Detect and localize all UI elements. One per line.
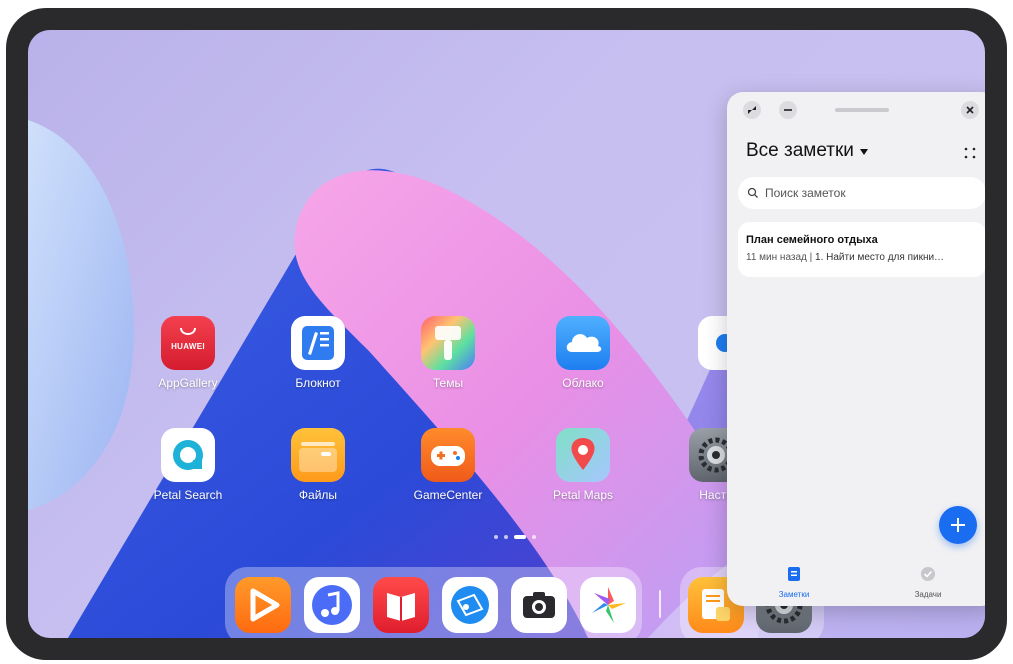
note-meta: 11 мин назад | 1. Найти место для пикни…: [746, 252, 978, 263]
note-item[interactable]: План семейного отдыха 11 мин назад | 1. …: [738, 222, 985, 277]
app-petal-maps[interactable]: Petal Maps: [533, 428, 633, 502]
video-player-icon[interactable]: [235, 577, 291, 633]
notes-title: Все заметки: [746, 140, 854, 161]
search-bar[interactable]: [738, 177, 985, 209]
close-button[interactable]: [961, 101, 979, 119]
note-document-icon: [788, 567, 800, 581]
notepad-icon: [291, 316, 345, 370]
books-icon[interactable]: [373, 577, 429, 633]
more-options-icon[interactable]: [963, 146, 977, 160]
caret-down-icon: [859, 149, 868, 155]
page-dot-active[interactable]: [514, 535, 526, 539]
petal-maps-icon: [556, 428, 610, 482]
app-label: AppGallery: [158, 376, 218, 390]
app-gamecenter[interactable]: GameCenter: [398, 428, 498, 502]
notes-floating-window[interactable]: Все заметки План семейного отдыха 11 мин…: [727, 92, 985, 606]
tablet-bezel: HUAWEI AppGallery Блокнот Темы Облако Pe…: [6, 8, 1007, 660]
plus-icon: [951, 518, 965, 532]
app-notepad[interactable]: Блокнот: [268, 316, 368, 390]
app-label: Темы: [432, 376, 464, 390]
app-label: Petal Maps: [552, 488, 614, 502]
new-note-button[interactable]: [939, 506, 977, 544]
app-files[interactable]: Файлы: [268, 428, 368, 502]
tab-notes-label: Заметки: [778, 590, 810, 599]
petal-search-icon: [161, 428, 215, 482]
browser-icon[interactable]: [442, 577, 498, 633]
app-cloud[interactable]: Облако: [533, 316, 633, 390]
note-title: План семейного отдыха: [746, 234, 878, 246]
notes-folder-selector[interactable]: Все заметки: [746, 140, 868, 162]
camera-icon[interactable]: [511, 577, 567, 633]
drag-handle[interactable]: [835, 108, 889, 112]
huawei-badge-text: HUAWEI: [171, 342, 205, 351]
page-dot[interactable]: [504, 535, 508, 539]
app-label: Блокнот: [295, 376, 341, 390]
note-time: 11 мин назад: [746, 252, 807, 263]
page-dot[interactable]: [494, 535, 498, 539]
themes-icon: [421, 316, 475, 370]
search-input[interactable]: [765, 186, 975, 200]
app-themes[interactable]: Темы: [398, 316, 498, 390]
gallery-icon[interactable]: [580, 577, 636, 633]
checkmark-circle-icon: [921, 567, 935, 581]
window-title-bar[interactable]: [727, 92, 985, 126]
search-icon: [747, 187, 758, 198]
app-label: Petal Search: [153, 488, 223, 502]
app-label: Файлы: [298, 488, 338, 502]
tab-tasks[interactable]: Задачи: [883, 566, 973, 599]
app-appgallery[interactable]: HUAWEI AppGallery: [138, 316, 238, 390]
minimize-button[interactable]: [779, 101, 797, 119]
home-screen: HUAWEI AppGallery Блокнот Темы Облако Pe…: [28, 30, 985, 638]
minus-icon: [784, 109, 792, 111]
cloud-icon: [556, 316, 610, 370]
appgallery-icon: HUAWEI: [161, 316, 215, 370]
page-dot[interactable]: [532, 535, 536, 539]
note-preview: 1. Найти место для пикни…: [815, 252, 945, 263]
music-icon[interactable]: [304, 577, 360, 633]
gamecenter-icon: [421, 428, 475, 482]
expand-icon: [748, 106, 756, 114]
page-indicator[interactable]: [494, 535, 536, 539]
app-label: GameCenter: [413, 488, 483, 502]
app-label: Облако: [562, 376, 604, 390]
files-icon: [291, 428, 345, 482]
fullscreen-button[interactable]: [743, 101, 761, 119]
close-icon: [966, 106, 974, 114]
app-petal-search[interactable]: Petal Search: [138, 428, 238, 502]
tab-notes[interactable]: Заметки: [749, 566, 839, 599]
tab-tasks-label: Задачи: [914, 590, 942, 599]
note-separator: |: [806, 252, 816, 263]
dock-divider: [659, 590, 661, 618]
